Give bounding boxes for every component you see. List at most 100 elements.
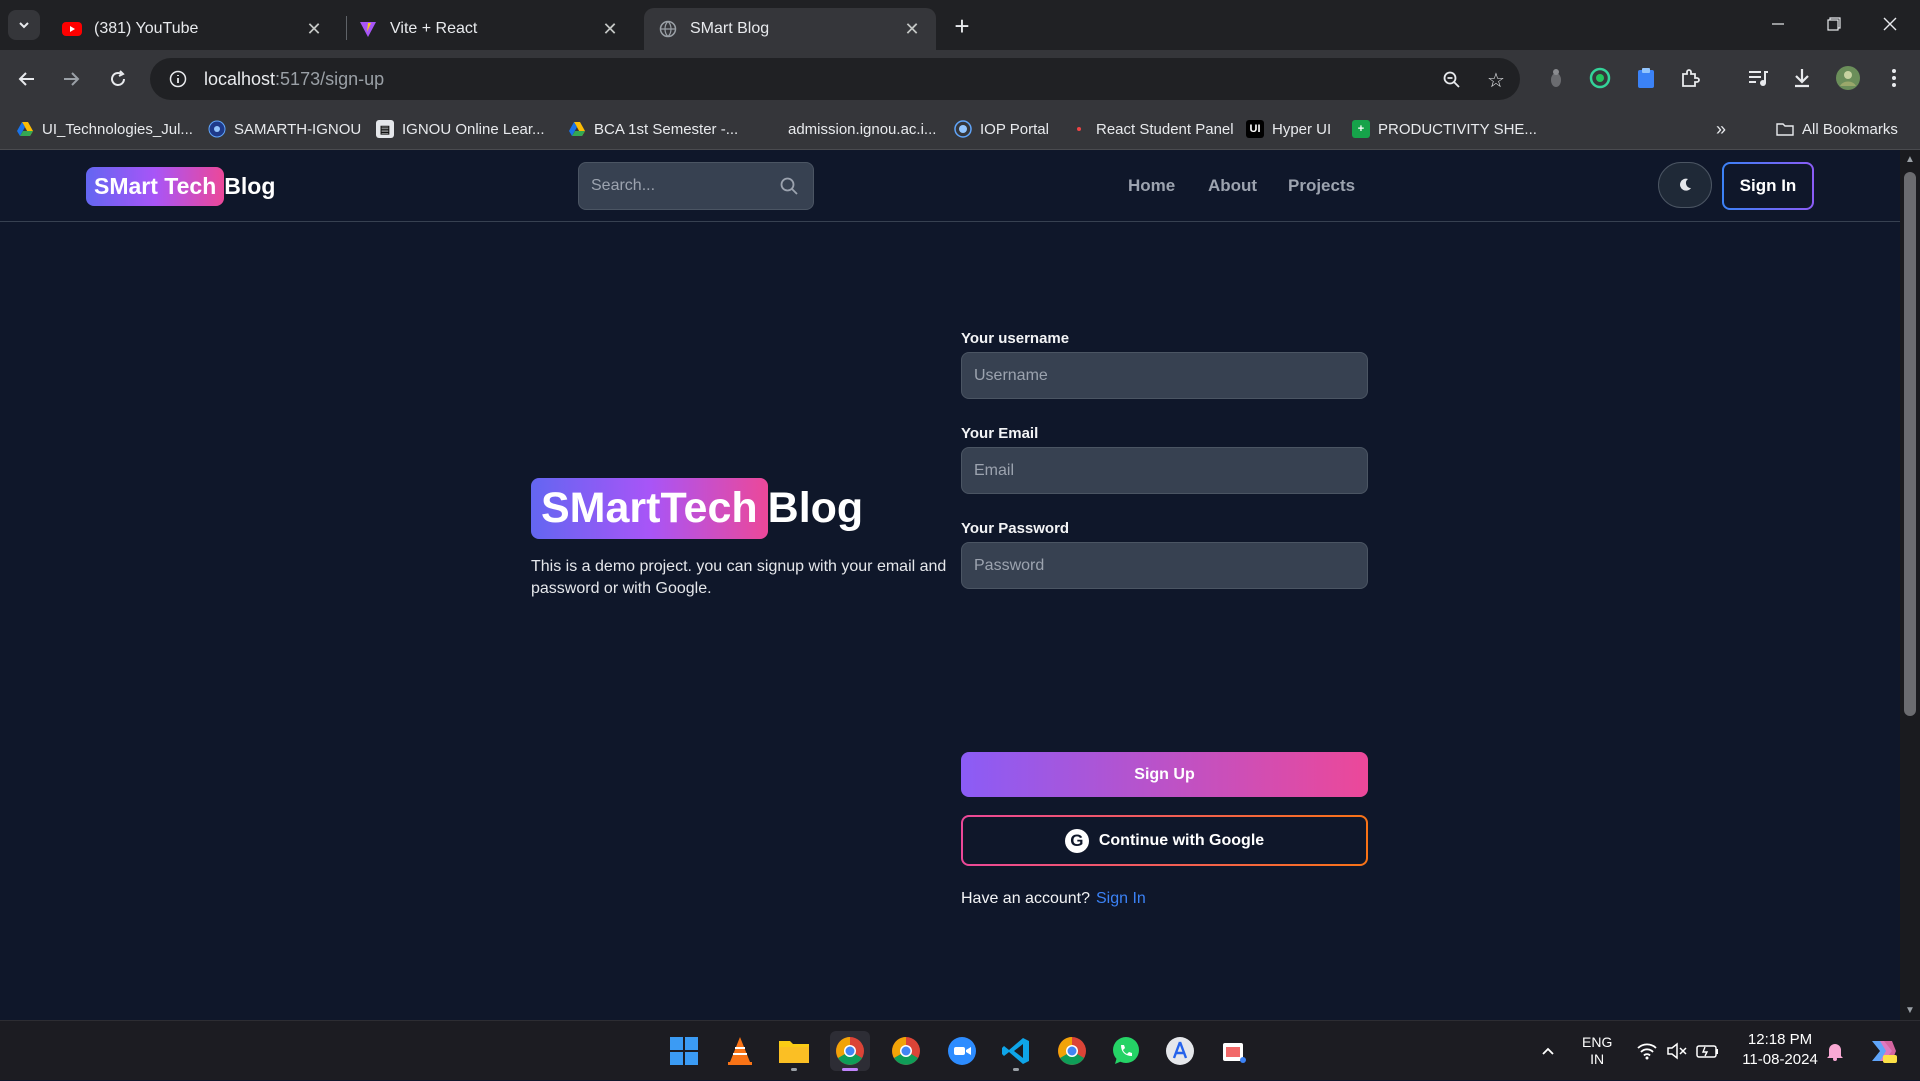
notification-bell-icon[interactable]: [1826, 1021, 1844, 1081]
taskbar-vlc[interactable]: [720, 1031, 760, 1071]
zoom-icon[interactable]: [1440, 68, 1464, 92]
close-window-button[interactable]: [1870, 8, 1910, 40]
arrow-right-icon: [64, 72, 80, 86]
site-info-icon[interactable]: [166, 67, 190, 91]
taskbar-whatsapp[interactable]: [1106, 1031, 1146, 1071]
download-icon[interactable]: [1788, 64, 1816, 92]
google-button-inner: G Continue with Google: [963, 817, 1366, 864]
extensions-puzzle-icon[interactable]: [1676, 64, 1704, 92]
bookmark-item[interactable]: admission.ignou.ac.i...: [788, 116, 936, 142]
nav-home[interactable]: Home: [1128, 176, 1175, 196]
media-control-icon[interactable]: [1744, 64, 1772, 92]
battery-icon[interactable]: [1696, 1021, 1720, 1081]
bookmark-item[interactable]: UI Hyper UI: [1246, 116, 1331, 142]
tab-smart-blog[interactable]: SMart Blog ✕: [644, 8, 936, 50]
language-code: ENG: [1582, 1034, 1613, 1050]
back-button[interactable]: [12, 64, 42, 94]
scrollbar-thumb[interactable]: [1904, 172, 1916, 716]
taskbar-chrome[interactable]: [886, 1031, 926, 1071]
search-icon[interactable]: [779, 176, 799, 201]
close-icon[interactable]: ✕: [304, 19, 324, 39]
email-field[interactable]: [961, 447, 1368, 494]
restore-button[interactable]: [1814, 8, 1854, 40]
volume-muted-icon[interactable]: [1666, 1021, 1688, 1081]
url-text[interactable]: localhost:5173/sign-up: [204, 69, 384, 90]
vite-icon: [358, 19, 378, 39]
hyperui-logo-icon: UI: [1246, 120, 1264, 138]
google-button-label: Continue with Google: [1098, 831, 1265, 849]
scroll-up-arrow-icon[interactable]: ▲: [1904, 154, 1916, 165]
page-scrollbar[interactable]: ▲ ▼: [1900, 150, 1920, 1020]
show-hidden-icons-button[interactable]: [1540, 1021, 1556, 1081]
extension-gnome-icon[interactable]: [1542, 64, 1570, 92]
theme-toggle-button[interactable]: [1658, 162, 1712, 208]
site-logo[interactable]: SMart Tech Blog: [86, 167, 275, 206]
taskbar-zoom[interactable]: [942, 1031, 982, 1071]
header-sign-in-button[interactable]: Sign In: [1722, 162, 1814, 210]
search-box[interactable]: [578, 162, 814, 210]
star-icon[interactable]: ☆: [1484, 68, 1508, 92]
extension-target-icon[interactable]: [1586, 64, 1614, 92]
search-input[interactable]: [591, 177, 771, 195]
taskbar-snipping-tool[interactable]: [1214, 1031, 1254, 1071]
bookmark-item[interactable]: React Student Panel: [1070, 116, 1234, 142]
bookmark-item[interactable]: + PRODUCTIVITY SHE...: [1352, 116, 1537, 142]
language-indicator[interactable]: ENG IN: [1582, 1021, 1612, 1081]
sign-in-link[interactable]: Sign In: [1096, 890, 1146, 907]
bookmark-item[interactable]: ▤ IGNOU Online Lear...: [376, 116, 545, 142]
close-icon[interactable]: ✕: [600, 19, 620, 39]
start-button[interactable]: [664, 1031, 704, 1071]
sign-up-button[interactable]: Sign Up: [961, 752, 1368, 797]
chrome-icon: [892, 1037, 920, 1065]
whatsapp-icon: [1113, 1037, 1139, 1064]
close-icon[interactable]: ✕: [902, 19, 922, 39]
system-clock[interactable]: 12:18 PM 11-08-2024: [1735, 1030, 1825, 1070]
password-field[interactable]: [961, 542, 1368, 589]
more-bookmarks-button[interactable]: »: [1716, 116, 1726, 142]
taskbar-vscode[interactable]: [996, 1031, 1036, 1071]
bookmark-item[interactable]: IOP Portal: [954, 116, 1049, 142]
hero-brand-plain: Blog: [767, 484, 864, 532]
extension-clipboard-icon[interactable]: [1632, 64, 1660, 92]
nav-projects[interactable]: Projects: [1288, 176, 1355, 196]
copilot-icon[interactable]: [1866, 1021, 1898, 1081]
nav-about[interactable]: About: [1208, 176, 1257, 196]
chrome-icon: [1058, 1037, 1086, 1065]
bookmark-item[interactable]: UI_Technologies_Jul...: [16, 116, 193, 142]
signup-form: Your username Your Email Your Password S…: [961, 330, 1368, 907]
double-chevron-right-icon: »: [1716, 118, 1727, 139]
taskbar-file-explorer[interactable]: [774, 1031, 814, 1071]
taskbar-chrome-2[interactable]: [1052, 1031, 1092, 1071]
running-indicator: [791, 1068, 797, 1071]
profile-avatar[interactable]: [1834, 64, 1862, 92]
globe-icon: [658, 19, 678, 39]
hero-description: This is a demo project. you can signup w…: [531, 558, 947, 597]
clock-time: 12:18 PM: [1747, 1031, 1813, 1048]
scroll-down-arrow-icon[interactable]: ▼: [1904, 1005, 1916, 1016]
have-account-text: Have an account?: [961, 890, 1090, 907]
all-bookmarks-button[interactable]: All Bookmarks: [1776, 116, 1898, 142]
minimize-icon: [1772, 23, 1784, 25]
new-tab-button[interactable]: +: [948, 11, 976, 41]
minimize-button[interactable]: [1758, 8, 1798, 40]
more-menu-icon[interactable]: [1880, 64, 1908, 92]
tab-vite-react[interactable]: Vite + React ✕: [344, 8, 634, 50]
taskbar-chrome-profile[interactable]: [830, 1031, 870, 1071]
bookmarks-bar: UI_Technologies_Jul... SAMARTH-IGNOU ▤ I…: [0, 108, 1920, 150]
forward-button[interactable]: [56, 64, 86, 94]
google-icon: G: [1064, 828, 1089, 853]
wifi-icon[interactable]: [1636, 1021, 1658, 1081]
close-icon: [1883, 17, 1897, 31]
running-indicator: [1013, 1068, 1019, 1071]
region-code: IN: [1590, 1051, 1605, 1067]
username-field[interactable]: [961, 352, 1368, 399]
bookmark-item[interactable]: SAMARTH-IGNOU: [208, 116, 361, 142]
tab-search-button[interactable]: [8, 10, 40, 40]
tab-youtube[interactable]: (381) YouTube ✕: [48, 8, 338, 50]
continue-with-google-button[interactable]: G Continue with Google: [961, 815, 1368, 866]
bookmark-item[interactable]: BCA 1st Semester -...: [568, 116, 738, 142]
logo-plain-text: Blog: [224, 173, 276, 199]
address-bar[interactable]: localhost:5173/sign-up ☆: [150, 58, 1520, 100]
taskbar-app-store[interactable]: [1160, 1031, 1200, 1071]
reload-button[interactable]: [103, 64, 133, 94]
